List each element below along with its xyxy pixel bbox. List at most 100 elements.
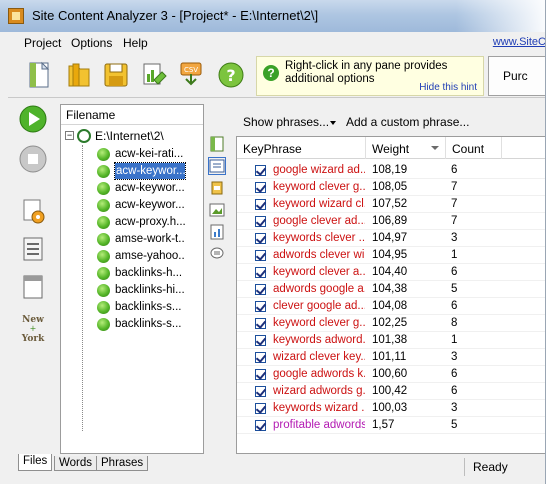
weight-header-label: Weight: [372, 142, 410, 156]
help-icon[interactable]: ?: [216, 60, 246, 90]
new-project-icon[interactable]: [24, 60, 54, 90]
show-phrases-dropdown[interactable]: Show phrases...: [243, 115, 329, 129]
phrase-checkbox[interactable]: [255, 420, 266, 431]
phrase-row[interactable]: adwords google a... 104,38 5: [237, 281, 545, 298]
phrase-row[interactable]: keywords adword... 101,38 1: [237, 332, 545, 349]
tree-file-label: amse-work-t...: [115, 233, 185, 245]
phrase-row[interactable]: keyword clever g... 102,25 8: [237, 315, 545, 332]
page-check-icon: [97, 182, 110, 195]
keyphrase-cell: keyword clever a...: [273, 266, 365, 278]
menu-options[interactable]: Options: [71, 36, 112, 50]
page-check-icon: [97, 301, 110, 314]
tree-file-item[interactable]: backlinks-s...: [61, 299, 203, 316]
phrase-checkbox[interactable]: [255, 250, 266, 261]
collapse-icon[interactable]: −: [65, 131, 74, 140]
phrase-checkbox[interactable]: [255, 216, 266, 227]
phrase-checkbox[interactable]: [255, 403, 266, 414]
keyphrase-cell: keyword wizard cl...: [273, 198, 365, 210]
weight-cell: 104,40: [372, 266, 408, 278]
phrase-row[interactable]: wizard clever key... 101,11 3: [237, 349, 545, 366]
phrase-checkbox[interactable]: [255, 199, 266, 210]
document-icon[interactable]: [18, 272, 48, 302]
phrase-row[interactable]: adwords clever wi... 104,95 1: [237, 247, 545, 264]
phrase-row[interactable]: keywords clever ... 104,97 3: [237, 230, 545, 247]
start-icon[interactable]: [18, 104, 48, 134]
purchase-button[interactable]: Purc: [488, 56, 545, 96]
phrase-row[interactable]: clever google ad... 104,08 6: [237, 298, 545, 315]
phrase-row[interactable]: keywords wizard ... 100,03 3: [237, 400, 545, 417]
page-icon[interactable]: [209, 136, 225, 152]
tree-file-item[interactable]: amse-work-t...: [61, 231, 203, 248]
hint-box: ? Right-click in any pane provides addit…: [256, 56, 484, 96]
keyphrase-cell: keywords clever ...: [273, 232, 365, 244]
phrase-checkbox[interactable]: [255, 369, 266, 380]
words-view-icon[interactable]: [208, 157, 226, 175]
page-check-icon: [97, 148, 110, 161]
phrase-checkbox[interactable]: [255, 318, 266, 329]
tree-file-item[interactable]: acw-kei-rati...: [61, 146, 203, 163]
weight-cell: 106,89: [372, 215, 408, 227]
tree-file-item[interactable]: acw-keywor...: [61, 162, 203, 180]
phrase-checkbox[interactable]: [255, 284, 266, 295]
phrase-checkbox[interactable]: [255, 352, 266, 363]
tree-file-item[interactable]: amse-yahoo...: [61, 248, 203, 265]
open-folder-icon[interactable]: [64, 60, 94, 90]
menu-bar: Project Options Help www.SiteC: [8, 32, 545, 54]
phrase-row[interactable]: google clever ad... 106,89 7: [237, 213, 545, 230]
phrase-row[interactable]: wizard adwords g... 100,42 6: [237, 383, 545, 400]
menu-help[interactable]: Help: [123, 36, 148, 50]
website-link[interactable]: www.SiteC: [493, 36, 545, 48]
phrase-row[interactable]: google adwords k... 100,60 6: [237, 366, 545, 383]
phrase-checkbox[interactable]: [255, 233, 266, 244]
svg-text:?: ?: [226, 66, 235, 85]
menu-project[interactable]: Project: [24, 36, 61, 50]
chart-icon[interactable]: [209, 224, 225, 240]
tree-file-item[interactable]: backlinks-s...: [61, 316, 203, 333]
save-icon[interactable]: [101, 60, 131, 90]
tree-file-item[interactable]: acw-proxy.h...: [61, 214, 203, 231]
dropdown-arrow-icon[interactable]: [330, 121, 336, 125]
list-icon[interactable]: [18, 234, 48, 264]
phrase-row[interactable]: keyword wizard cl... 107,52 7: [237, 196, 545, 213]
tree-file-item[interactable]: acw-keywor...: [61, 197, 203, 214]
tree-file-item[interactable]: backlinks-h...: [61, 265, 203, 282]
add-custom-phrase-button[interactable]: Add a custom phrase...: [346, 115, 469, 129]
tree-file-label: amse-yahoo...: [115, 250, 185, 262]
stop-icon[interactable]: [18, 144, 48, 174]
phrase-checkbox[interactable]: [255, 182, 266, 193]
phrase-row[interactable]: keyword clever a... 104,40 6: [237, 264, 545, 281]
tree-root-label: E:\Internet\2\: [95, 129, 164, 143]
keyphrase-cell: keywords adword...: [273, 334, 365, 346]
settings-icon[interactable]: [18, 196, 48, 226]
count-column-header[interactable]: Count: [446, 137, 502, 159]
phrase-row[interactable]: profitable adwords 1,57 5: [237, 417, 545, 434]
phrase-checkbox[interactable]: [255, 301, 266, 312]
app-window: Site Content Analyzer 3 - [Project* - E:…: [0, 0, 546, 484]
tree-file-item[interactable]: acw-keywor...: [61, 180, 203, 197]
comment-icon[interactable]: [209, 246, 225, 262]
status-text: Ready: [464, 458, 545, 476]
weight-cell: 102,25: [372, 317, 408, 329]
phrase-row[interactable]: google wizard ad... 108,19 6: [237, 162, 545, 179]
database-icon[interactable]: [209, 180, 225, 196]
phrase-checkbox[interactable]: [255, 267, 266, 278]
image-icon[interactable]: [209, 202, 225, 218]
tree-column-header[interactable]: Filename: [61, 105, 203, 125]
phrase-checkbox[interactable]: [255, 335, 266, 346]
keyphrase-column-header[interactable]: KeyPhrase: [237, 137, 366, 159]
phrase-row[interactable]: keyword clever g... 108,05 7: [237, 179, 545, 196]
weight-column-header[interactable]: Weight: [366, 137, 446, 159]
page-check-icon: [97, 250, 110, 263]
report-icon[interactable]: [138, 60, 168, 90]
export-csv-icon[interactable]: CSV: [176, 60, 206, 90]
tree-file-label: acw-proxy.h...: [115, 216, 185, 228]
keyphrase-cell: google clever ad...: [273, 215, 365, 227]
page-check-icon: [97, 267, 110, 280]
phrase-checkbox[interactable]: [255, 165, 266, 176]
count-cell: 3: [451, 402, 458, 414]
hide-hint-link[interactable]: Hide this hint: [419, 82, 477, 93]
phrase-checkbox[interactable]: [255, 386, 266, 397]
tree-file-item[interactable]: backlinks-hi...: [61, 282, 203, 299]
count-cell: 7: [451, 181, 458, 193]
main-toolbar: CSV ? ? Right-click in any pane provides…: [8, 54, 545, 98]
